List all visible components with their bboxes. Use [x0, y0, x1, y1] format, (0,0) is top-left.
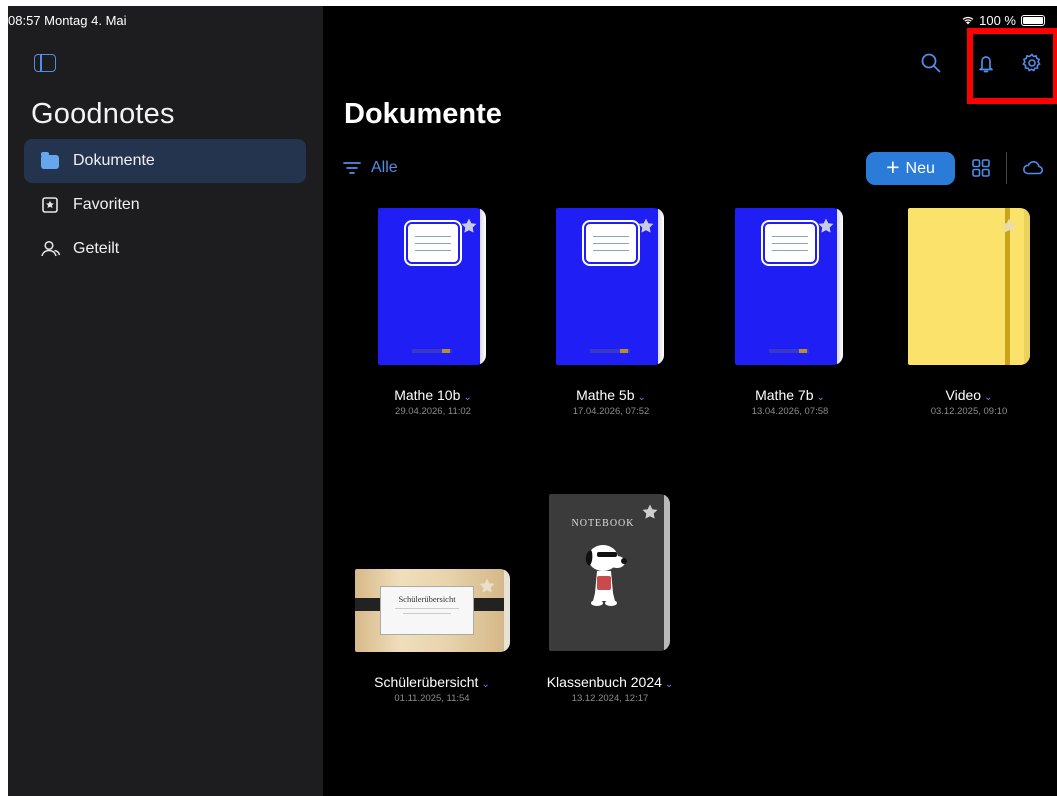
document-date: 03.12.2025, 09:10 [930, 406, 1008, 417]
page-edge-decoration [837, 208, 843, 365]
page-edge-decoration [664, 494, 670, 651]
notebook-cover[interactable] [735, 208, 843, 365]
search-icon[interactable] [920, 52, 942, 74]
notebook-cover[interactable] [556, 208, 664, 365]
cover-title-card: Schülerübersicht [380, 586, 474, 635]
chevron-down-icon[interactable]: ⌄ [984, 392, 992, 403]
chevron-down-icon[interactable]: ⌄ [637, 392, 645, 403]
sidebar-item-label: Favoriten [73, 196, 140, 213]
filter-icon [343, 162, 361, 174]
document-item[interactable]: Klassenbuch 2024 ⌄ 13.12.2024, 12:17 [530, 674, 690, 704]
star-icon[interactable] [1000, 217, 1018, 235]
grid-view-icon[interactable] [971, 158, 991, 178]
sidebar-toggle-icon[interactable] [34, 54, 56, 72]
cover-brand-decoration [590, 349, 630, 353]
sidebar-item-label: Dokumente [73, 152, 155, 169]
ipad-screen: 08:57 Montag 4. Mai Goodnotes Dokumente … [8, 6, 1057, 796]
document-name: Video [945, 387, 982, 403]
bookmark-star-icon [41, 196, 59, 214]
chevron-down-icon[interactable]: ⌄ [463, 392, 471, 403]
document-date: 13.04.2026, 07:58 [751, 406, 829, 417]
document-date: 01.11.2025, 11:54 [394, 693, 470, 704]
document-name: Mathe 10b [394, 387, 461, 403]
cover-brand-decoration [769, 349, 809, 353]
notebook-cover[interactable] [378, 208, 486, 365]
page-edge-decoration [504, 569, 510, 652]
settings-highlight-box [967, 28, 1057, 104]
sidebar-item-favoriten[interactable]: Favoriten [24, 183, 306, 227]
new-button[interactable]: + Neu [866, 152, 955, 185]
page-edge-decoration [1024, 208, 1030, 365]
main-content: 100 % Dokumente Alle + Neu Mathe 10b⌄ 2 [323, 6, 1057, 796]
sidebar-item-geteilt[interactable]: Geteilt [24, 227, 306, 271]
sidebar-item-label: Geteilt [73, 240, 120, 257]
document-item[interactable]: Mathe 7b ⌄ 13.04.2026, 07:58 [725, 387, 855, 417]
document-item[interactable]: Video ⌄ 03.12.2025, 09:10 [904, 387, 1034, 417]
page-edge-decoration [480, 208, 486, 365]
star-icon[interactable] [817, 217, 835, 235]
star-icon[interactable] [637, 217, 655, 235]
page-title: Dokumente [344, 98, 502, 130]
document-name: Schülerübersicht [374, 674, 479, 690]
document-item[interactable]: Schülerübersicht ⌄ 01.11.2025, 11:54 [357, 674, 507, 704]
document-date: 17.04.2026, 07:52 [572, 406, 650, 417]
people-icon [41, 240, 61, 258]
new-button-label: Neu [905, 159, 935, 177]
document-name: Mathe 7b [755, 387, 814, 403]
plus-icon: + [886, 154, 900, 180]
folder-icon [41, 152, 59, 169]
cover-title: Schülerübersicht [398, 594, 456, 604]
document-name: Mathe 5b [576, 387, 635, 403]
filter-label: Alle [371, 159, 398, 176]
sidebar-nav: Dokumente Favoriten Geteilt [24, 139, 306, 271]
status-right: 100 % [962, 13, 1045, 28]
sidebar-item-dokumente[interactable]: Dokumente [24, 139, 306, 183]
cover-label-decoration [582, 220, 640, 266]
status-time-date: 08:57 Montag 4. Mai [8, 13, 127, 28]
wifi-icon [962, 16, 974, 25]
star-icon[interactable] [460, 217, 478, 235]
notebook-cover[interactable] [908, 208, 1030, 365]
cover-brand-decoration [412, 349, 452, 353]
sidebar: 08:57 Montag 4. Mai Goodnotes Dokumente … [8, 6, 323, 796]
document-date: 13.12.2024, 12:17 [571, 693, 649, 704]
document-date: 29.04.2026, 11:02 [395, 406, 471, 417]
chevron-down-icon[interactable]: ⌄ [481, 679, 489, 690]
star-icon[interactable] [478, 577, 496, 595]
toolbar-divider [1006, 152, 1007, 184]
document-item[interactable]: Mathe 10b ⌄ 29.04.2026, 11:02 [368, 387, 498, 417]
filter-button[interactable]: Alle [343, 159, 398, 177]
notebook-cover[interactable]: NOTEBOOK [549, 494, 670, 651]
star-icon[interactable] [641, 503, 659, 521]
cloud-icon[interactable] [1022, 160, 1044, 176]
chevron-down-icon[interactable]: ⌄ [665, 679, 673, 690]
cover-label-decoration [761, 220, 819, 266]
notebook-cover[interactable]: Schülerübersicht [355, 569, 510, 652]
document-item[interactable]: Mathe 5b ⌄ 17.04.2026, 07:52 [546, 387, 676, 417]
battery-percent: 100 % [979, 13, 1016, 28]
snoopy-illustration [585, 545, 627, 606]
app-title: Goodnotes [31, 98, 175, 130]
chevron-down-icon[interactable]: ⌄ [816, 392, 824, 403]
document-name: Klassenbuch 2024 [546, 674, 662, 690]
cover-label-decoration [404, 220, 462, 266]
page-edge-decoration [658, 208, 664, 365]
battery-icon [1021, 15, 1045, 26]
